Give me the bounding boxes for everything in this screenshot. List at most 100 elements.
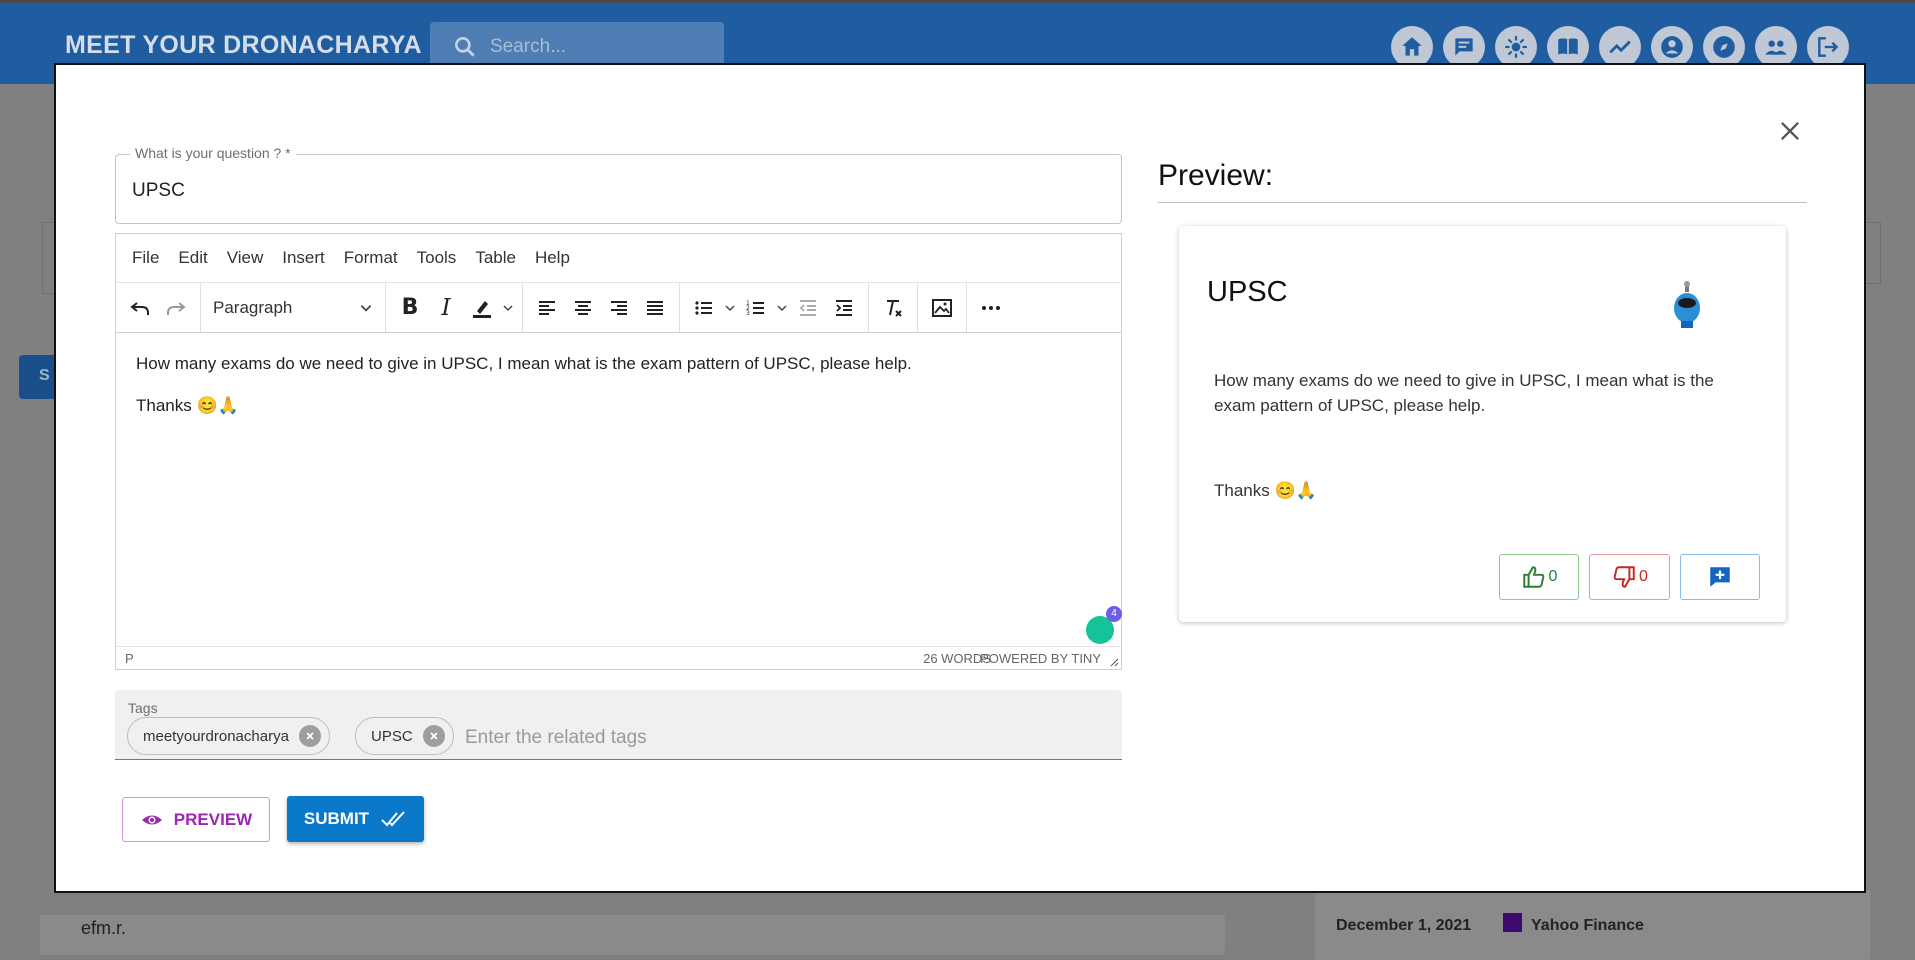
question-input[interactable]: UPSC [132,180,185,202]
undo-icon [130,301,149,315]
menu-view[interactable]: View [227,248,264,268]
more-button[interactable] [973,290,1009,326]
italic-button[interactable]: I [428,290,464,326]
block-format-value: Paragraph [213,297,293,317]
menu-edit[interactable]: Edit [178,248,207,268]
downvote-count: 0 [1639,568,1648,585]
home-icon[interactable] [1391,26,1433,68]
group-icon[interactable] [1755,26,1797,68]
list-group: 123 [680,283,869,332]
question-field[interactable]: What is your question ? * UPSC [115,145,1122,224]
preview-button[interactable]: PREVIEW [122,797,270,842]
preview-button-label: PREVIEW [173,809,253,829]
remove-tag-button[interactable] [422,725,445,747]
tag-chip: UPSC [355,717,454,755]
redo-icon [167,301,186,315]
align-right-button[interactable] [601,290,637,326]
menu-insert[interactable]: Insert [282,248,325,268]
double-check-icon [381,811,405,827]
yahoo-logo-icon [1503,913,1522,932]
rich-text-editor: File Edit View Insert Format Tools Table… [115,233,1122,670]
clear-formatting-icon [887,299,902,317]
redo-button[interactable] [158,290,194,326]
undo-button[interactable] [122,290,158,326]
tag-chip-label: meetyourdronacharya [143,727,289,745]
align-justify-icon [647,300,663,315]
clear-formatting-button[interactable] [875,290,911,326]
chevron-down-icon [725,304,735,311]
menu-help[interactable]: Help [535,248,570,268]
forum-icon[interactable] [1443,26,1485,68]
chevron-down-icon [360,304,372,312]
card-body-paragraph: How many exams do we need to give in UPS… [1214,371,1714,415]
submit-button[interactable]: SUBMIT [287,796,424,842]
bullet-list-button[interactable] [686,290,722,326]
search-icon [455,37,475,57]
news-source[interactable]: Yahoo Finance [1531,917,1644,935]
account-icon[interactable] [1651,26,1693,68]
brand-title[interactable]: MEET YOUR DRONACHARYA [65,31,422,60]
news-date: December 1, 2021 [1336,917,1472,934]
menu-format[interactable]: Format [344,248,398,268]
align-left-icon [539,300,555,315]
block-format-select[interactable]: Paragraph [207,298,379,318]
history-group [116,283,201,332]
powered-by-link[interactable]: POWERED BY TINY [980,651,1101,666]
trending-icon[interactable] [1599,26,1641,68]
resize-handle-icon[interactable] [1109,657,1119,667]
card-body-paragraph: Thanks 😊🙏 [1214,481,1317,500]
book-icon[interactable] [1547,26,1589,68]
numbered-list-dropdown[interactable] [774,290,790,326]
block-group: Paragraph [201,283,386,332]
editor-content-area[interactable]: How many exams do we need to give in UPS… [136,354,1101,438]
close-icon [306,732,314,740]
menu-file[interactable]: File [132,248,159,268]
editor-statusbar: P 26 WORDS POWERED BY TINY [116,646,1121,669]
numbered-list-button[interactable]: 123 [738,290,774,326]
menu-table[interactable]: Table [475,248,516,268]
more-horizontal-icon [982,305,1000,310]
highlight-button[interactable] [464,290,500,326]
upvote-button[interactable]: 0 [1499,554,1579,600]
add-comment-button[interactable] [1680,554,1760,600]
close-icon[interactable] [1776,117,1804,145]
outdent-icon [799,299,816,316]
svg-text:3: 3 [746,310,750,317]
search-placeholder: Search... [490,36,567,57]
bullet-list-icon [695,300,712,315]
preview-heading: Preview: [1158,159,1274,192]
text-style-group: B I [386,283,523,332]
grammarly-count-badge: 4 [1106,606,1122,622]
close-icon [430,732,438,740]
editor-toolbar: Paragraph B I 123 [116,283,1121,333]
background-button[interactable]: S [19,355,59,399]
align-left-button[interactable] [529,290,565,326]
insert-image-button[interactable] [924,290,960,326]
justify-button[interactable] [637,290,673,326]
tags-field: Tags meetyourdronacharya UPSC Enter the … [115,690,1122,760]
outdent-button[interactable] [790,290,826,326]
editor-paragraph: How many exams do we need to give in UPS… [136,354,912,373]
indent-button[interactable] [826,290,862,326]
avatar [1674,281,1700,328]
submit-button-label: SUBMIT [303,809,370,828]
downvote-button[interactable]: 0 [1589,554,1670,600]
bold-button[interactable]: B [392,290,428,326]
menu-tools[interactable]: Tools [417,248,457,268]
explore-icon[interactable] [1703,26,1745,68]
align-right-icon [611,300,627,315]
logout-icon[interactable] [1807,26,1849,68]
editor-paragraph: Thanks 😊🙏 [136,396,239,415]
card-body: How many exams do we need to give in UPS… [1214,368,1754,563]
highlight-dropdown[interactable] [500,290,516,326]
align-center-button[interactable] [565,290,601,326]
align-group [523,283,680,332]
element-path[interactable]: P [125,651,134,666]
bullet-list-dropdown[interactable] [722,290,738,326]
image-group [918,283,967,332]
brightness-icon[interactable] [1495,26,1537,68]
remove-tag-button[interactable] [298,725,321,747]
divider [1158,202,1807,203]
editor-menubar: File Edit View Insert Format Tools Table… [116,234,1121,283]
tags-input[interactable]: Enter the related tags [465,727,647,749]
